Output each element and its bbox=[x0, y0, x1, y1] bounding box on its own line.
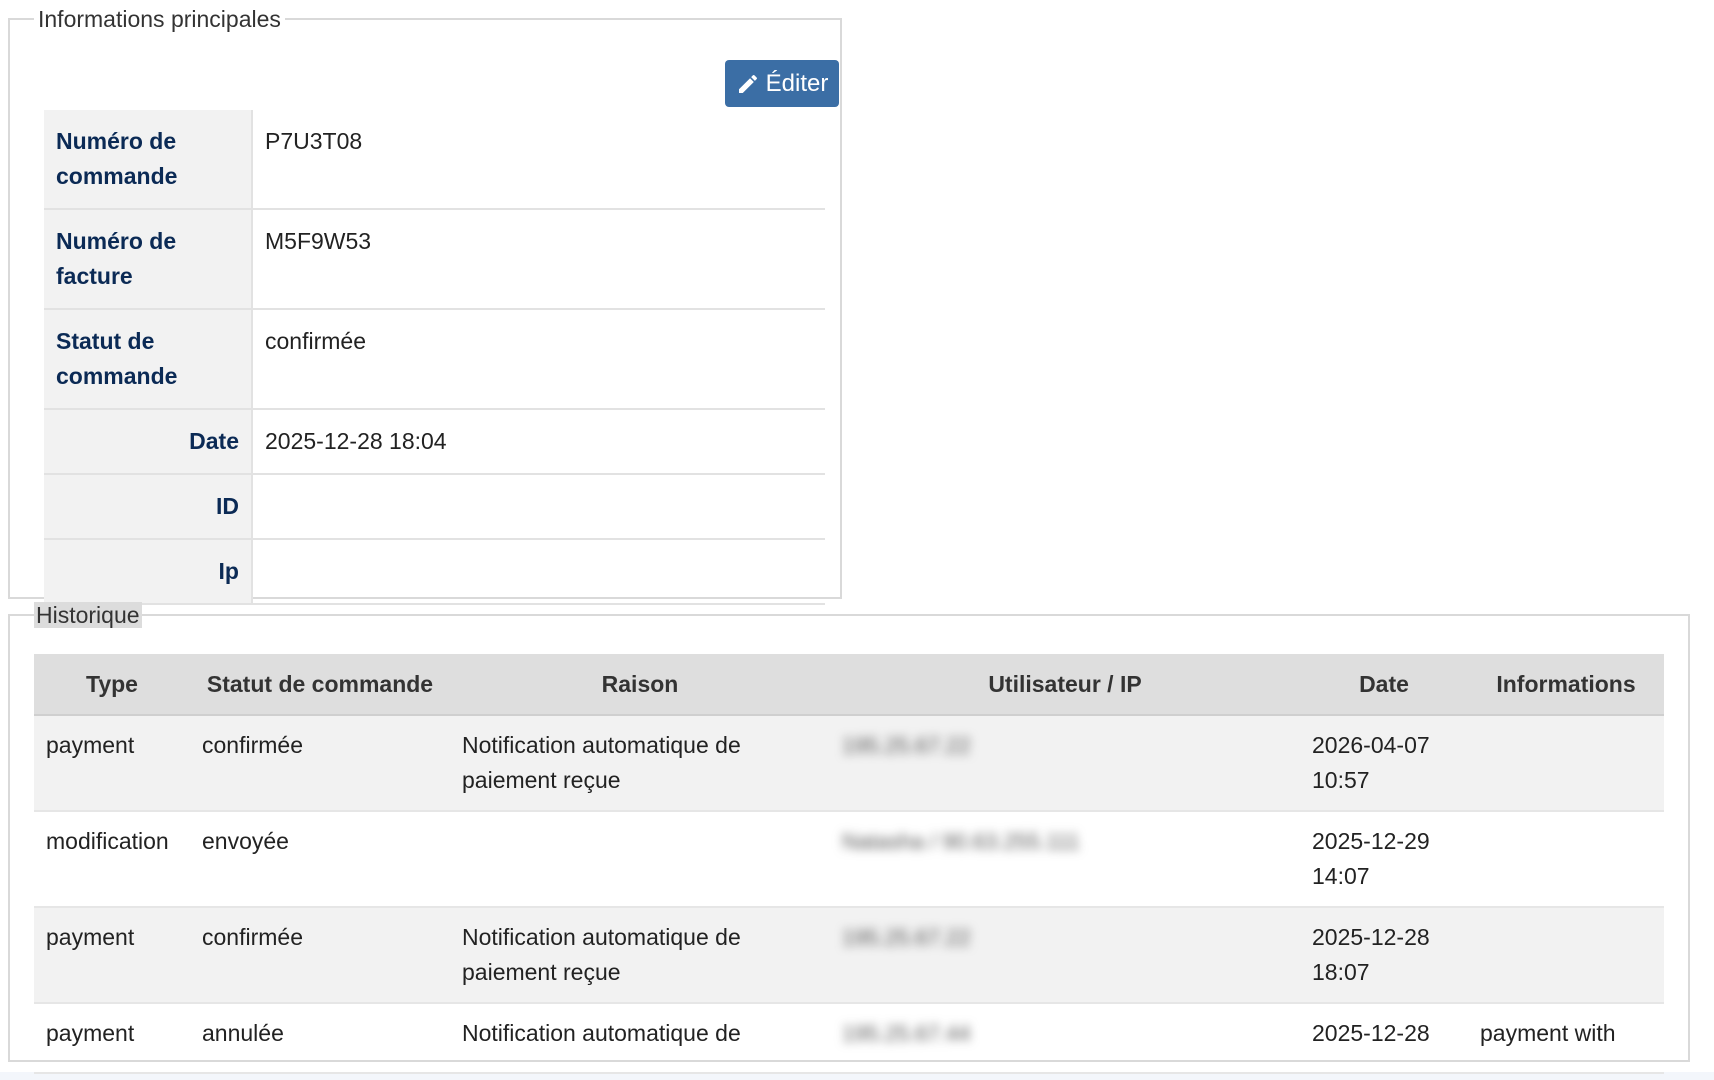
info-label: ID bbox=[44, 474, 253, 540]
info-label: Statut de commande bbox=[44, 309, 253, 410]
column-header-user-ip[interactable]: Utilisateur / IP bbox=[830, 654, 1300, 716]
info-row-ip: Ip bbox=[44, 539, 825, 605]
history-legend: Historique bbox=[34, 602, 142, 628]
history-reason bbox=[450, 811, 830, 907]
history-row: modification envoyée Natasha / 90.63.255… bbox=[34, 811, 1664, 907]
main-info-legend: Informations principales bbox=[38, 6, 281, 32]
info-row-invoice-number: Numéro de facture M5F9W53 bbox=[44, 209, 825, 310]
history-date: 2026-04-07 10:57 bbox=[1300, 715, 1468, 811]
history-status: envoyée bbox=[202, 828, 289, 854]
page: Informations principales Éditer Numéro d… bbox=[0, 0, 1714, 1073]
history-status: annulée bbox=[202, 1020, 284, 1046]
info-value: P7U3T08 bbox=[252, 110, 825, 210]
history-reason: Notification automatique de bbox=[462, 1020, 741, 1046]
history-info bbox=[1468, 811, 1664, 907]
history-type: modification bbox=[46, 828, 169, 854]
info-row-order-number: Numéro de commande P7U3T08 bbox=[44, 110, 825, 210]
history-type: payment bbox=[34, 907, 190, 1003]
history-date: 2025-12-28 18:07 bbox=[1300, 907, 1468, 1003]
info-value bbox=[252, 474, 825, 540]
column-header-status[interactable]: Statut de commande bbox=[190, 654, 450, 716]
history-user-ip: 195.25.67.22 bbox=[830, 907, 1300, 1003]
history-date: 2025-12-28 bbox=[1312, 1020, 1430, 1046]
column-header-type[interactable]: Type bbox=[34, 654, 190, 716]
history-user-ip: Natasha / 90.63.255.111 bbox=[830, 811, 1300, 907]
history-row: payment confirmée Notification automatiq… bbox=[34, 715, 1664, 811]
info-label: Numéro de commande bbox=[44, 110, 253, 210]
history-status: confirmée bbox=[190, 907, 450, 1003]
history-reason: Notification automatique de paiement reç… bbox=[450, 907, 830, 1003]
blurred-user-ip: Natasha / 90.63.255.111 bbox=[842, 829, 1080, 854]
history-info bbox=[1468, 715, 1664, 811]
history-type: payment bbox=[46, 1020, 135, 1046]
history-info bbox=[1468, 907, 1664, 1003]
info-value: confirmée bbox=[252, 309, 825, 410]
history-header-row: Type Statut de commande Raison Utilisate… bbox=[34, 654, 1664, 716]
info-row-id: ID bbox=[44, 474, 825, 540]
info-row-date: Date 2025-12-28 18:04 bbox=[44, 409, 825, 475]
blurred-user-ip: 195.25.67.22 bbox=[842, 733, 971, 758]
history-user-ip: 195.25.67.44 bbox=[830, 1003, 1300, 1073]
main-info-fieldset: Informations principales Éditer Numéro d… bbox=[8, 6, 842, 605]
history-fieldset: Historique Type Statut de commande Raiso… bbox=[8, 602, 1690, 1073]
info-label: Ip bbox=[44, 539, 253, 605]
history-status: confirmée bbox=[190, 715, 450, 811]
info-row-order-status: Statut de commande confirmée bbox=[44, 309, 825, 410]
history-reason: Notification automatique de paiement reç… bbox=[450, 715, 830, 811]
history-row: payment confirmée Notification automatiq… bbox=[34, 907, 1664, 1003]
info-value: M5F9W53 bbox=[252, 209, 825, 310]
history-row: payment annulée Notification automatique… bbox=[34, 1003, 1664, 1073]
pencil-icon bbox=[738, 74, 757, 93]
column-header-info[interactable]: Informations bbox=[1468, 654, 1664, 716]
column-header-reason[interactable]: Raison bbox=[450, 654, 830, 716]
history-type: payment bbox=[34, 715, 190, 811]
info-label: Date bbox=[44, 409, 253, 475]
history-table: Type Statut de commande Raison Utilisate… bbox=[34, 654, 1664, 1074]
info-value: 2025-12-28 18:04 bbox=[252, 409, 825, 475]
history-info: payment with bbox=[1480, 1020, 1616, 1046]
blurred-user-ip: 195.25.67.44 bbox=[842, 1021, 971, 1046]
edit-button-label: Éditer bbox=[765, 69, 829, 97]
edit-button[interactable]: Éditer bbox=[725, 60, 839, 107]
history-date: 2025-12-29 14:07 bbox=[1312, 828, 1430, 889]
blurred-user-ip: 195.25.67.22 bbox=[842, 925, 971, 950]
info-value bbox=[252, 539, 825, 605]
main-info-table: Numéro de commande P7U3T08 Numéro de fac… bbox=[44, 110, 825, 605]
info-label: Numéro de facture bbox=[44, 209, 253, 310]
history-user-ip: 195.25.67.22 bbox=[830, 715, 1300, 811]
column-header-date[interactable]: Date bbox=[1300, 654, 1468, 716]
